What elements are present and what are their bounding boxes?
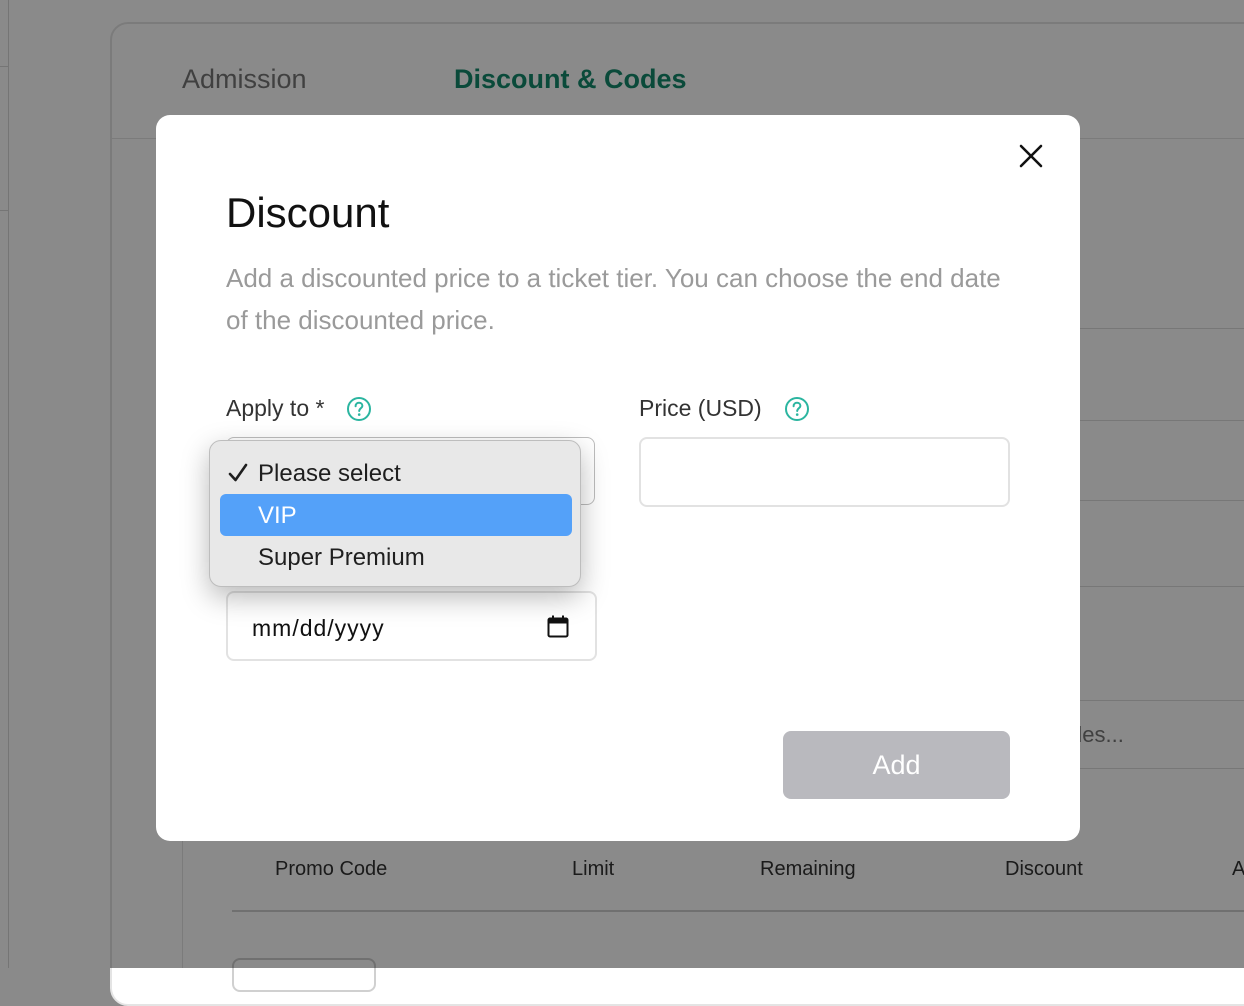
- checkmark-icon: [228, 462, 248, 484]
- option-super-premium[interactable]: Super Premium: [220, 536, 572, 578]
- close-button[interactable]: [1014, 139, 1048, 173]
- price-input[interactable]: [639, 437, 1010, 507]
- question-circle-icon[interactable]: [346, 396, 372, 422]
- calendar-icon[interactable]: [546, 614, 570, 640]
- modal-description: Add a discounted price to a ticket tier.…: [226, 263, 1001, 335]
- modal-title: Discount: [226, 189, 390, 236]
- price-label: Price (USD): [639, 395, 762, 421]
- apply-to-label: Apply to *: [226, 395, 325, 421]
- option-label: VIP: [258, 502, 297, 529]
- price-label-row: Price (USD): [639, 395, 810, 422]
- close-icon: [1014, 139, 1048, 173]
- apply-to-label-row: Apply to *: [226, 395, 372, 422]
- option-label: Super Premium: [258, 544, 425, 571]
- option-label: Please select: [258, 460, 401, 487]
- end-date-input[interactable]: mm/dd/yyyy: [226, 591, 597, 661]
- add-button[interactable]: Add: [783, 731, 1010, 799]
- option-please-select[interactable]: Please select: [220, 452, 572, 494]
- date-placeholder: mm/dd/yyyy: [252, 615, 385, 641]
- question-circle-icon[interactable]: [784, 396, 810, 422]
- option-vip[interactable]: VIP: [220, 494, 572, 536]
- apply-to-dropdown-menu: Please select VIP Super Premium: [209, 440, 581, 587]
